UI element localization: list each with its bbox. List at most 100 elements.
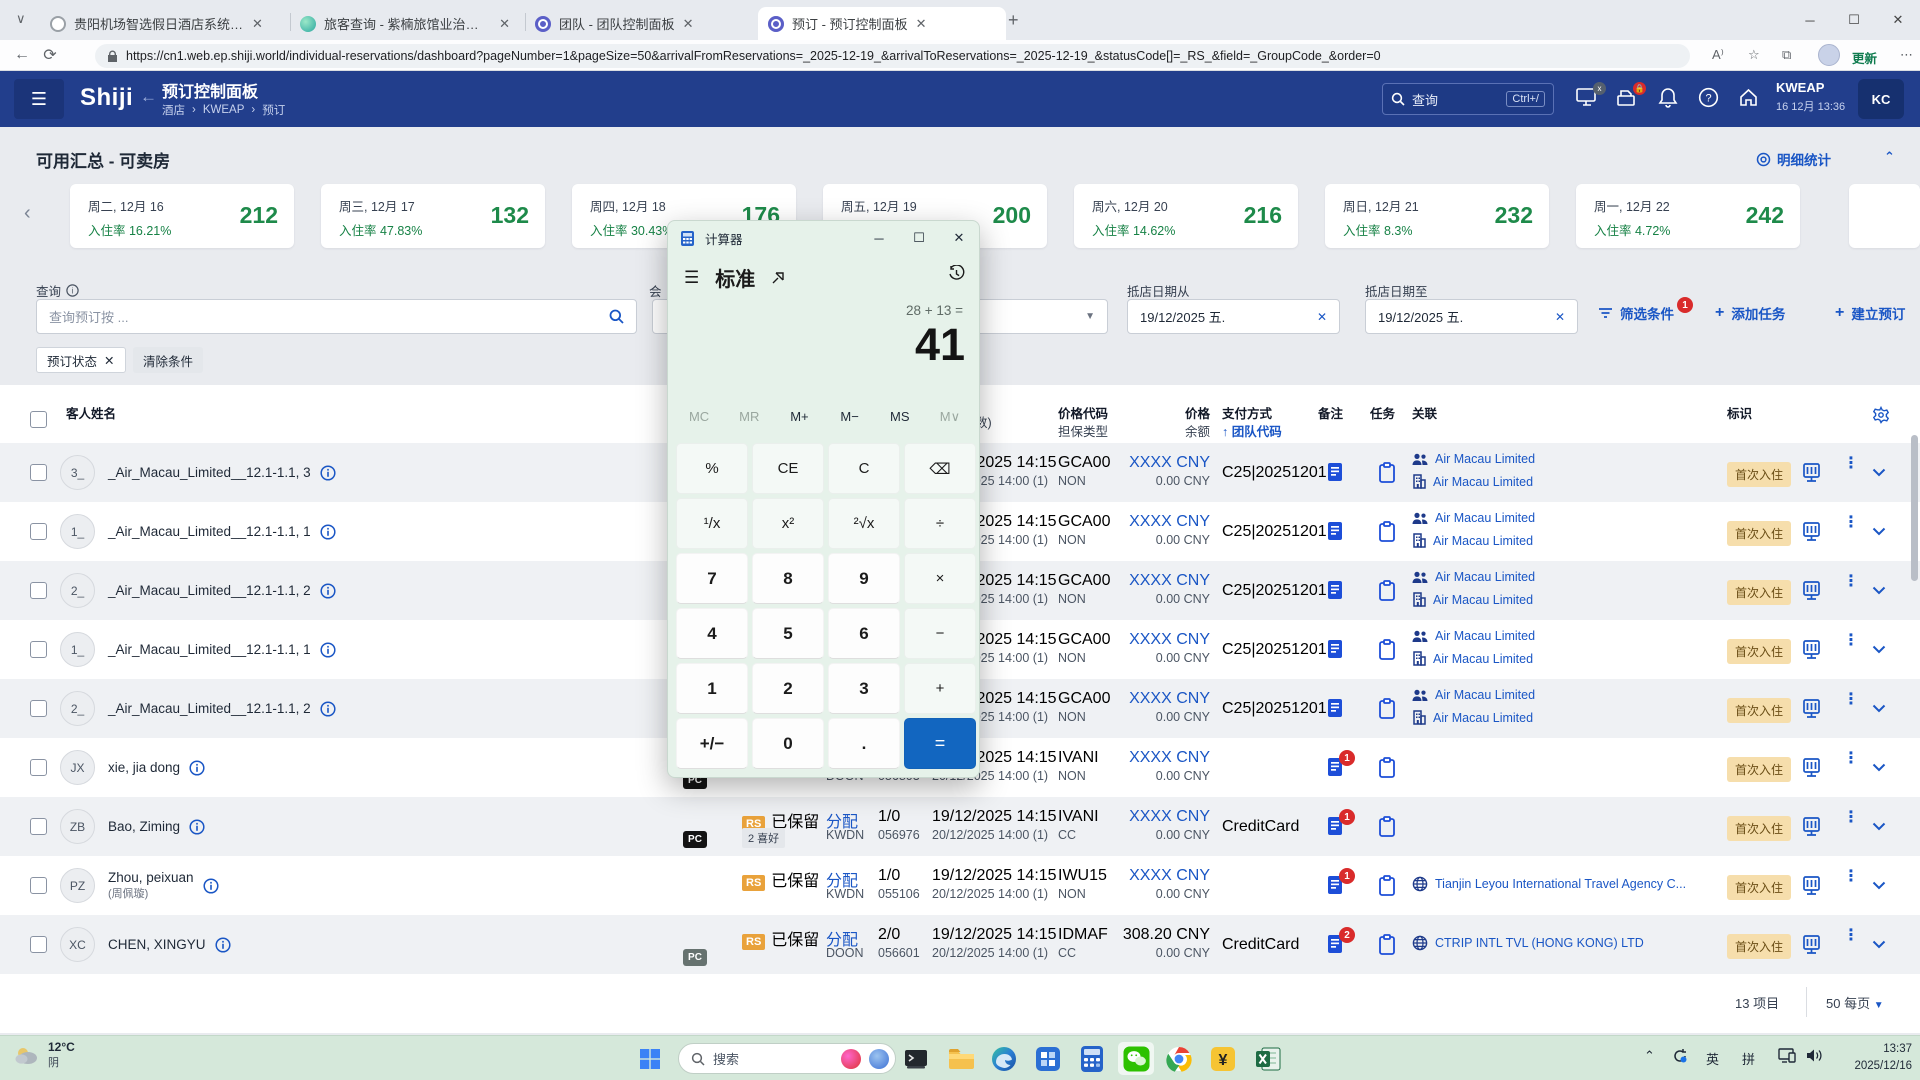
detail-stats-link[interactable]: 明细统计: [1756, 149, 1831, 169]
note-icon[interactable]: [1326, 520, 1348, 542]
guest-name-cell[interactable]: _Air_Macau_Limited__12.1-1.1, 2: [108, 679, 336, 738]
favorite-star-icon[interactable]: ☆: [1748, 47, 1760, 63]
taskbar-app-file-explorer[interactable]: [943, 1042, 979, 1075]
calc-key[interactable]: ÷: [904, 498, 976, 549]
tab-close-icon[interactable]: ✕: [916, 16, 927, 32]
profile-link-text[interactable]: CTRIP INTL TVL (HONG KONG) LTD: [1435, 936, 1644, 950]
profile-link[interactable]: Tianjin Leyou International Travel Agenc…: [1412, 876, 1686, 892]
clear-date-icon[interactable]: ✕: [1317, 310, 1327, 324]
taskbar-app-wechat[interactable]: [1118, 1042, 1154, 1075]
profile-link[interactable]: Air Macau Limited: [1412, 592, 1533, 607]
row-checkbox[interactable]: [30, 464, 47, 481]
tab-search-chevron-icon[interactable]: ∨: [16, 11, 26, 27]
calc-menu-icon[interactable]: ☰: [684, 268, 699, 288]
row-expand-chevron-icon[interactable]: [1872, 527, 1892, 547]
profile-link-text[interactable]: Air Macau Limited: [1435, 688, 1535, 702]
clear-date-icon[interactable]: ✕: [1555, 310, 1565, 324]
guest-name-cell[interactable]: _Air_Macau_Limited__12.1-1.1, 2: [108, 561, 336, 620]
browser-menu-icon[interactable]: ⋯: [1900, 47, 1913, 63]
row-expand-chevron-icon[interactable]: [1872, 645, 1892, 665]
col-rate-code[interactable]: 价格代码: [1058, 403, 1108, 422]
tray-lang-pinyin[interactable]: 拼: [1742, 1049, 1755, 1068]
row-expand-chevron-icon[interactable]: [1872, 704, 1892, 724]
tab-close-icon[interactable]: ✕: [499, 16, 510, 32]
calc-key[interactable]: =: [904, 718, 976, 769]
guest-name-cell[interactable]: xie, jia dong: [108, 738, 205, 797]
search-highlight-icon[interactable]: [841, 1049, 861, 1069]
table-row[interactable]: PZZhou, peixuan(周佩璇)RS已保留分配KWDN1/0055106…: [0, 856, 1920, 915]
taskbar-search-box[interactable]: 搜索: [678, 1043, 896, 1074]
note-icon[interactable]: 2: [1326, 933, 1348, 955]
cashier-icon[interactable]: 🔒: [1616, 87, 1640, 111]
guest-info-icon[interactable]: [320, 583, 336, 599]
guest-info-icon[interactable]: [215, 937, 231, 953]
row-more-actions-icon[interactable]: ⋮: [1843, 637, 1853, 645]
notifications-bell-icon[interactable]: [1658, 87, 1682, 111]
taskbar-app-blue-grid-app[interactable]: [1030, 1042, 1066, 1075]
taskbar-clock[interactable]: 13:37 2025/12/16: [1838, 1041, 1912, 1075]
calc-key[interactable]: 1: [676, 663, 748, 714]
profile-link-text[interactable]: Air Macau Limited: [1435, 452, 1535, 466]
profile-link[interactable]: Air Macau Limited: [1412, 533, 1533, 548]
profile-link-text[interactable]: Tianjin Leyou International Travel Agenc…: [1435, 877, 1686, 891]
calc-key[interactable]: ×: [904, 553, 976, 604]
home-icon[interactable]: [1738, 87, 1762, 111]
browser-tab-2[interactable]: 旅客查询 - 紫楠旅馆业治安信息管✕: [290, 7, 520, 40]
col-group-code-sort[interactable]: ↑ 团队代码: [1222, 421, 1282, 440]
profile-link-text[interactable]: Air Macau Limited: [1433, 593, 1533, 607]
window-maximize-button[interactable]: ☐: [1832, 0, 1876, 40]
registration-stamp-icon[interactable]: [1802, 875, 1822, 895]
col-guest-name[interactable]: 客人姓名: [66, 403, 116, 422]
task-clipboard-icon[interactable]: [1378, 462, 1398, 482]
create-reservation-button[interactable]: + 建立预订: [1835, 303, 1905, 323]
guest-name-cell[interactable]: Bao, Ziming: [108, 797, 205, 856]
breadcrumb-reservation[interactable]: 预订: [262, 102, 285, 118]
availability-card[interactable]: 周一, 12月 22入住率 4.72%242: [1576, 184, 1800, 248]
note-icon[interactable]: 1: [1326, 815, 1348, 837]
calc-maximize-button[interactable]: ☐: [899, 221, 939, 255]
registration-stamp-icon[interactable]: [1802, 462, 1822, 482]
row-more-actions-icon[interactable]: ⋮: [1843, 578, 1853, 586]
browser-tab-3[interactable]: 团队 - 团队控制面板✕: [525, 7, 755, 40]
col-price[interactable]: 价格: [1185, 403, 1210, 422]
task-clipboard-icon[interactable]: [1378, 698, 1398, 718]
note-icon[interactable]: 1: [1326, 756, 1348, 778]
guest-info-icon[interactable]: [320, 701, 336, 717]
keep-on-top-icon[interactable]: [771, 270, 786, 285]
status-filter-chip[interactable]: 预订状态✕: [36, 347, 126, 373]
taskbar-app-chrome[interactable]: [1161, 1042, 1197, 1075]
calc-key[interactable]: 8: [752, 553, 824, 604]
tray-cast-icon[interactable]: [1778, 1048, 1796, 1063]
tray-hidden-icons-chevron[interactable]: ⌃: [1644, 1048, 1655, 1064]
add-task-button[interactable]: + 添加任务: [1715, 303, 1785, 323]
browser-tab-1[interactable]: 贵阳机场智选假日酒店系统网址导✕: [40, 7, 285, 40]
row-expand-chevron-icon[interactable]: [1872, 763, 1892, 783]
profile-link[interactable]: Air Macau Limited: [1412, 629, 1535, 643]
scrollbar-thumb[interactable]: [1911, 435, 1918, 581]
profile-link-text[interactable]: Air Macau Limited: [1433, 652, 1533, 666]
property-code[interactable]: KWEAP: [1776, 80, 1824, 95]
calc-key[interactable]: %: [676, 443, 748, 494]
new-tab-button[interactable]: +: [1008, 10, 1019, 31]
row-checkbox[interactable]: [30, 877, 47, 894]
row-more-actions-icon[interactable]: ⋮: [1843, 755, 1853, 763]
row-expand-chevron-icon[interactable]: [1872, 586, 1892, 606]
calc-key[interactable]: x²: [752, 498, 824, 549]
task-clipboard-icon[interactable]: [1378, 757, 1398, 777]
availability-card[interactable]: 周三, 12月 17入住率 47.83%132: [321, 184, 545, 248]
back-button[interactable]: ←: [8, 46, 36, 64]
task-clipboard-icon[interactable]: [1378, 521, 1398, 541]
main-menu-button[interactable]: ☰: [14, 79, 64, 119]
profile-link-text[interactable]: Air Macau Limited: [1435, 511, 1535, 525]
guest-info-icon[interactable]: [320, 524, 336, 540]
row-checkbox[interactable]: [30, 936, 47, 953]
calc-memory-ms[interactable]: MS: [875, 409, 925, 425]
row-more-actions-icon[interactable]: ⋮: [1843, 696, 1853, 704]
calc-key[interactable]: 2: [752, 663, 824, 714]
breadcrumb-hotel[interactable]: 酒店: [162, 102, 185, 118]
task-clipboard-icon[interactable]: [1378, 580, 1398, 600]
remove-chip-icon[interactable]: ✕: [104, 353, 114, 368]
profile-link[interactable]: Air Macau Limited: [1412, 570, 1535, 584]
row-expand-chevron-icon[interactable]: [1872, 822, 1892, 842]
calc-key[interactable]: −: [904, 608, 976, 659]
